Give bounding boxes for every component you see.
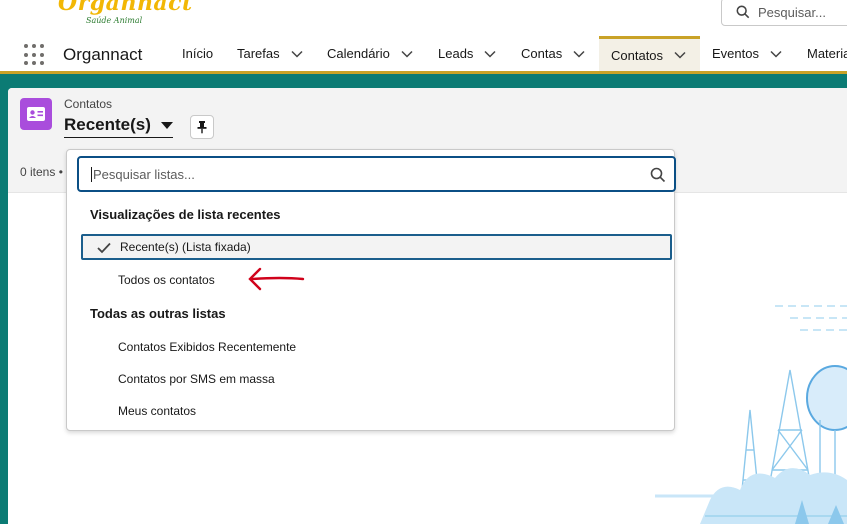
checkmark-icon xyxy=(97,242,111,254)
nav-tab-contas[interactable]: Contas xyxy=(521,36,586,71)
nav-tab-inicio[interactable]: Início xyxy=(182,36,213,71)
list-view-selector[interactable]: Recente(s) xyxy=(64,115,173,138)
pin-list-button[interactable] xyxy=(190,115,214,139)
nav-tab-label: Calendário xyxy=(327,46,390,61)
nav-tab-label: Início xyxy=(182,46,214,61)
global-header: Organnact Saúde Animal Pesquisar... xyxy=(0,0,847,36)
list-search-placeholder: Pesquisar listas... xyxy=(91,167,195,182)
nav-tab-calendario[interactable]: Calendário xyxy=(327,36,414,71)
contact-card-icon xyxy=(20,98,52,130)
nav-tab-label: Materia xyxy=(807,46,847,61)
object-label: Contatos xyxy=(64,97,113,111)
items-count: 0 itens • xyxy=(20,165,63,179)
list-option-label: Recente(s) (Lista fixada) xyxy=(120,240,251,254)
chevron-down-icon[interactable] xyxy=(400,47,414,61)
pin-icon xyxy=(197,121,207,134)
search-icon xyxy=(736,5,750,19)
nav-tab-label: Contatos xyxy=(611,47,664,63)
list-option-label: Todos os contatos xyxy=(118,273,215,287)
list-option-label: Contatos por SMS em massa xyxy=(118,372,275,386)
list-view-dropdown: Pesquisar listas... Visualizações de lis… xyxy=(66,149,676,431)
chevron-down-icon[interactable] xyxy=(290,47,304,61)
nav-tab-leads[interactable]: Leads xyxy=(438,36,497,71)
list-option-meus-contatos[interactable]: Meus contatos xyxy=(81,398,672,424)
chevron-down-icon[interactable] xyxy=(483,47,497,61)
section-heading-other: Todas as outras listas xyxy=(90,306,226,321)
list-option-todos-contatos[interactable]: Todos os contatos xyxy=(81,267,672,293)
nav-tab-materia[interactable]: Materia xyxy=(807,36,847,71)
app-launcher-icon[interactable] xyxy=(24,44,46,66)
list-option-recente-fixada[interactable]: Recente(s) (Lista fixada) xyxy=(81,234,672,260)
list-option-label: Meus contatos xyxy=(118,404,197,418)
list-option-exibidos-recentemente[interactable]: Contatos Exibidos Recentemente xyxy=(81,334,672,360)
nav-tab-label: Tarefas xyxy=(237,46,280,61)
caret-down-icon xyxy=(160,121,173,129)
nav-tab-eventos[interactable]: Eventos xyxy=(712,36,783,71)
list-search-input[interactable]: Pesquisar listas... xyxy=(77,156,676,192)
list-option-sms-massa[interactable]: Contatos por SMS em massa xyxy=(81,366,672,392)
chevron-down-icon[interactable] xyxy=(572,47,586,61)
section-heading-recent: Visualizações de lista recentes xyxy=(90,207,281,222)
logo-tagline: Saúde Animal xyxy=(86,16,143,25)
current-list-name: Recente(s) xyxy=(64,115,151,134)
chevron-down-icon[interactable] xyxy=(673,48,687,62)
app-nav-bar: Organnact Início Tarefas Calendário Lead… xyxy=(0,36,847,74)
company-logo[interactable]: Organnact Saúde Animal xyxy=(58,0,192,30)
logo-text: Organnact xyxy=(58,0,193,16)
global-search-input[interactable]: Pesquisar... xyxy=(721,0,847,26)
nav-tab-tarefas[interactable]: Tarefas xyxy=(237,36,304,71)
nav-tab-contatos[interactable]: Contatos xyxy=(599,36,700,71)
empty-state-illustration xyxy=(655,305,847,524)
nav-tab-label: Leads xyxy=(438,46,474,61)
list-option-label: Contatos Exibidos Recentemente xyxy=(118,340,297,354)
nav-tab-label: Contas xyxy=(521,46,563,61)
app-name: Organnact xyxy=(63,45,143,64)
nav-tab-label: Eventos xyxy=(712,46,759,61)
chevron-down-icon[interactable] xyxy=(769,47,783,61)
search-icon xyxy=(650,167,666,183)
global-search-placeholder: Pesquisar... xyxy=(758,4,826,20)
red-arrow-annotation-icon xyxy=(248,267,305,291)
